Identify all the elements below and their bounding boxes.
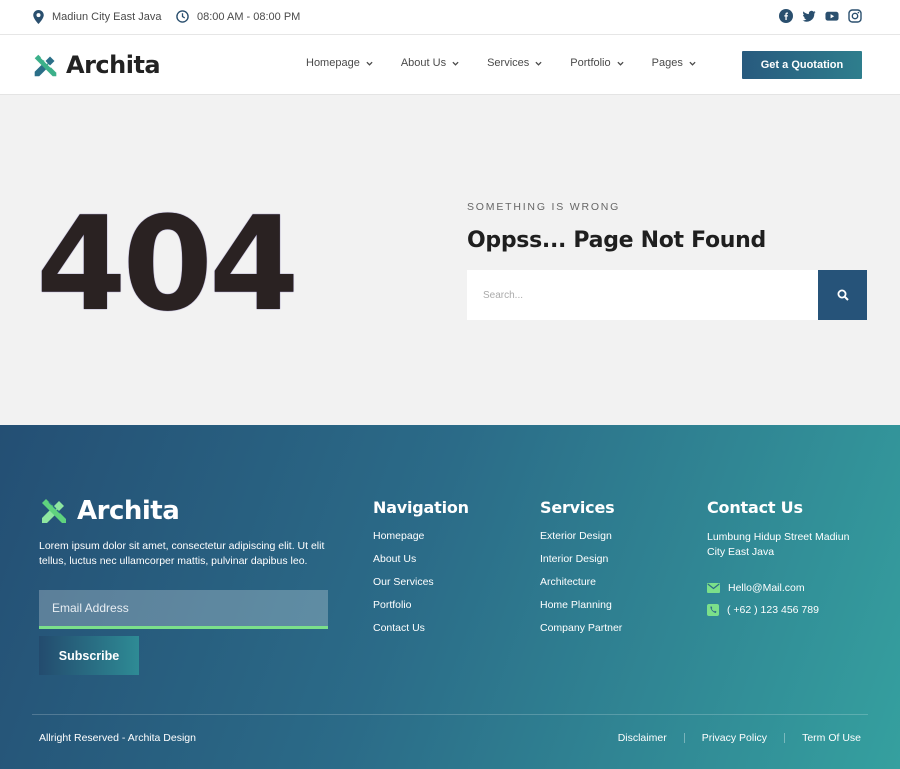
nav-services[interactable]: Services xyxy=(487,57,542,69)
chevron-down-icon xyxy=(452,61,459,66)
footer-logo[interactable]: Archita xyxy=(39,496,180,526)
legal-separator xyxy=(683,733,685,743)
footer-contact: Contact Us Lumbung Hidup Street Madiun C… xyxy=(707,498,867,626)
nav-label: Portfolio xyxy=(570,57,611,69)
youtube-icon[interactable] xyxy=(825,9,839,23)
brand-name: Archita xyxy=(66,51,161,79)
footer-link-company-partner[interactable]: Company Partner xyxy=(540,622,622,634)
facebook-icon[interactable] xyxy=(779,9,793,23)
get-quotation-button[interactable]: Get a Quotation xyxy=(742,51,862,79)
legal-links: Disclaimer Privacy Policy Term Of Use xyxy=(618,732,861,744)
footer-link-home-planning[interactable]: Home Planning xyxy=(540,599,622,611)
error-eyebrow: SOMETHING IS WRONG xyxy=(467,201,621,213)
top-bar: Madiun City East Java 08:00 AM - 08:00 P… xyxy=(0,0,900,35)
footer-link-interior-design[interactable]: Interior Design xyxy=(540,553,622,565)
search-button[interactable] xyxy=(818,270,867,320)
map-pin-icon xyxy=(33,10,44,24)
nav-label: Services xyxy=(487,57,530,69)
chevron-down-icon xyxy=(535,61,542,66)
footer-contact-title: Contact Us xyxy=(707,498,803,517)
phone-icon xyxy=(707,604,719,616)
footer-services: Services Exterior Design Interior Design… xyxy=(540,498,622,645)
contact-phone: ( +62 ) 123 456 789 xyxy=(727,604,819,616)
footer-brand-name: Archita xyxy=(77,496,180,526)
legal-link-disclaimer[interactable]: Disclaimer xyxy=(618,732,667,744)
chevron-down-icon xyxy=(366,61,373,66)
contact-email-row[interactable]: Hello@Mail.com xyxy=(707,582,867,594)
social-links xyxy=(779,9,862,23)
hours-text: 08:00 AM - 08:00 PM xyxy=(197,10,301,23)
nav-pages[interactable]: Pages xyxy=(652,57,696,69)
nav-label: About Us xyxy=(400,57,447,69)
pencil-ruler-logo-icon xyxy=(34,54,57,76)
footer-nav-title: Navigation xyxy=(373,498,469,517)
error-hero: 404 SOMETHING IS WRONG Oppss... Page Not… xyxy=(0,95,900,425)
footer-link-exterior-design[interactable]: Exterior Design xyxy=(540,530,622,542)
nav-homepage[interactable]: Homepage xyxy=(306,57,373,69)
main-header: Archita Homepage About Us Services Portf… xyxy=(0,35,900,95)
chevron-down-icon xyxy=(689,61,696,66)
contact-address: Lumbung Hidup Street Madiun City East Ja… xyxy=(707,531,850,558)
brand-logo[interactable]: Archita xyxy=(32,51,161,79)
pencil-ruler-logo-icon xyxy=(42,499,66,523)
error-code: 404 xyxy=(36,188,299,340)
footer-divider xyxy=(32,714,868,715)
contact-email: Hello@Mail.com xyxy=(728,582,805,594)
main-nav: Homepage About Us Services Portfolio Pag… xyxy=(306,57,724,69)
hours-info: 08:00 AM - 08:00 PM xyxy=(176,10,300,23)
subscribe-button[interactable]: Subscribe xyxy=(39,636,139,675)
instagram-icon[interactable] xyxy=(848,9,862,23)
footer-description: Lorem ipsum dolor sit amet, consectetur … xyxy=(39,540,325,567)
footer-navigation: Navigation Homepage About Us Our Service… xyxy=(373,498,469,645)
legal-link-term-of-use[interactable]: Term Of Use xyxy=(802,732,861,744)
footer-link-about-us[interactable]: About Us xyxy=(373,553,469,565)
footer-link-portfolio[interactable]: Portfolio xyxy=(373,599,469,611)
footer-link-homepage[interactable]: Homepage xyxy=(373,530,469,542)
location-info: Madiun City East Java xyxy=(33,10,161,24)
legal-link-privacy-policy[interactable]: Privacy Policy xyxy=(702,732,767,744)
nav-portfolio[interactable]: Portfolio xyxy=(570,57,624,69)
search-form xyxy=(467,270,867,320)
site-footer: Archita Lorem ipsum dolor sit amet, cons… xyxy=(0,425,900,769)
footer-services-title: Services xyxy=(540,498,615,517)
location-text: Madiun City East Java xyxy=(52,11,162,23)
email-field[interactable] xyxy=(39,590,328,629)
contact-phone-row[interactable]: ( +62 ) 123 456 789 xyxy=(707,604,867,616)
nav-label: Homepage xyxy=(306,57,360,69)
chevron-down-icon xyxy=(617,61,624,66)
clock-icon xyxy=(176,10,189,23)
mail-icon xyxy=(707,583,720,593)
copyright-text: Allright Reserved - Archita Design xyxy=(39,732,196,744)
page-title: Oppss... Page Not Found xyxy=(467,228,766,253)
twitter-icon[interactable] xyxy=(802,9,816,23)
footer-link-our-services[interactable]: Our Services xyxy=(373,576,469,588)
legal-separator xyxy=(784,733,786,743)
search-icon xyxy=(837,289,849,301)
footer-link-contact-us[interactable]: Contact Us xyxy=(373,622,469,634)
nav-label: Pages xyxy=(651,57,683,69)
search-input[interactable] xyxy=(467,270,818,320)
footer-link-architecture[interactable]: Architecture xyxy=(540,576,622,588)
nav-about-us[interactable]: About Us xyxy=(401,57,459,69)
